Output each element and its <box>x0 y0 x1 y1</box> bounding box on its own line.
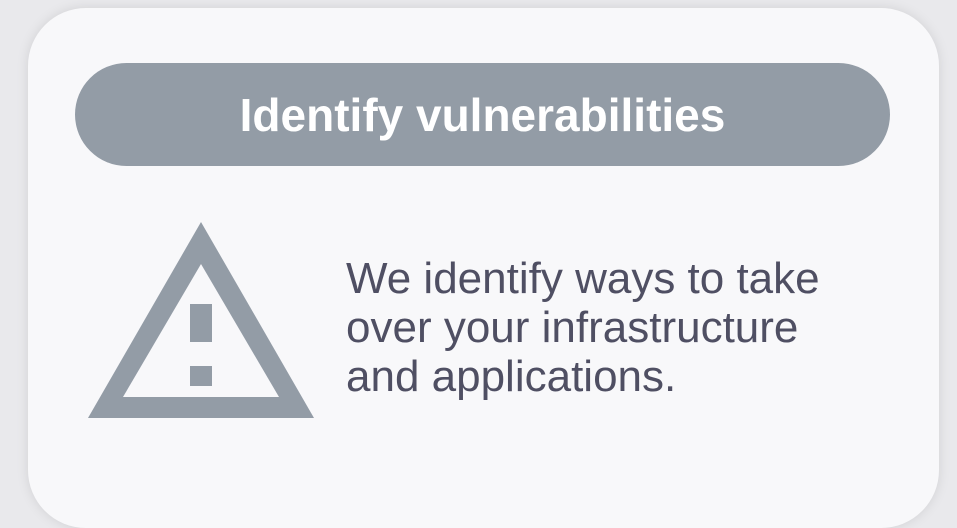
feature-card: Identify vulnerabilities We identify way… <box>28 8 939 528</box>
card-title: Identify vulnerabilities <box>239 88 726 141</box>
card-description: We identify ways to take over your infra… <box>346 254 820 401</box>
warning-triangle-icon <box>88 222 314 418</box>
title-pill: Identify vulnerabilities <box>75 63 890 166</box>
